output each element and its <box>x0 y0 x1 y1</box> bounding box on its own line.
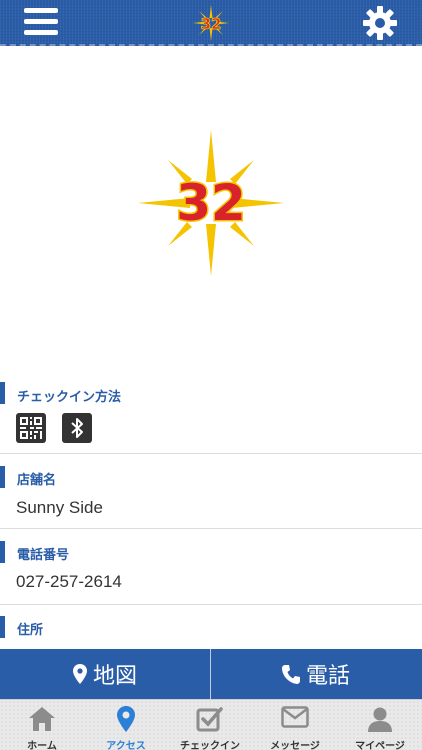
store-logo: 32 <box>138 130 284 276</box>
phone-value: 027-257-2614 <box>16 572 122 591</box>
svg-text:32: 32 <box>201 15 222 33</box>
location-pin-icon <box>72 664 87 684</box>
tab-checkin[interactable]: チェックイン <box>168 700 252 750</box>
checkin-method-section: チェックイン方法 <box>0 378 422 454</box>
tab-message[interactable]: メッセージ <box>253 700 337 750</box>
app-header: 32 <box>0 0 422 46</box>
map-button-label: 地図 <box>92 664 137 689</box>
store-name-value: Sunny Side <box>16 498 103 517</box>
location-pin-icon <box>117 706 135 732</box>
checkin-method-title: チェックイン方法 <box>17 390 122 405</box>
phone-icon <box>281 665 300 684</box>
hamburger-menu-icon <box>24 8 58 13</box>
menu-button[interactable] <box>24 8 60 38</box>
store-logo-area: 32 <box>0 46 422 376</box>
checkbox-icon <box>196 707 223 732</box>
gear-icon[interactable] <box>362 5 398 41</box>
header-logo: 32 <box>193 5 229 41</box>
envelope-icon <box>281 706 309 728</box>
store-name-section: 店舗名 Sunny Side <box>0 455 422 529</box>
call-button-label: 電話 <box>305 664 350 689</box>
bottom-tab-bar: ホーム アクセス チェックイン メッセージ マイページ <box>0 699 422 750</box>
phone-section: 電話番号 027-257-2614 <box>0 530 422 605</box>
qr-code-icon <box>16 413 46 443</box>
map-button[interactable]: 地図 <box>0 649 210 699</box>
svg-text:32: 32 <box>176 174 246 232</box>
tab-home[interactable]: ホーム <box>0 700 84 750</box>
home-icon <box>29 707 55 731</box>
phone-title: 電話番号 <box>17 548 70 563</box>
tab-access[interactable]: アクセス <box>84 700 168 750</box>
tab-mypage[interactable]: マイページ <box>338 700 422 750</box>
address-title: 住所 <box>17 623 44 638</box>
action-bar: 地図 電話 <box>0 649 422 699</box>
user-icon <box>368 707 392 732</box>
bluetooth-icon <box>62 413 92 443</box>
store-name-title: 店舗名 <box>17 473 57 488</box>
call-button[interactable]: 電話 <box>211 649 421 699</box>
address-section: 住所 <box>0 606 422 649</box>
